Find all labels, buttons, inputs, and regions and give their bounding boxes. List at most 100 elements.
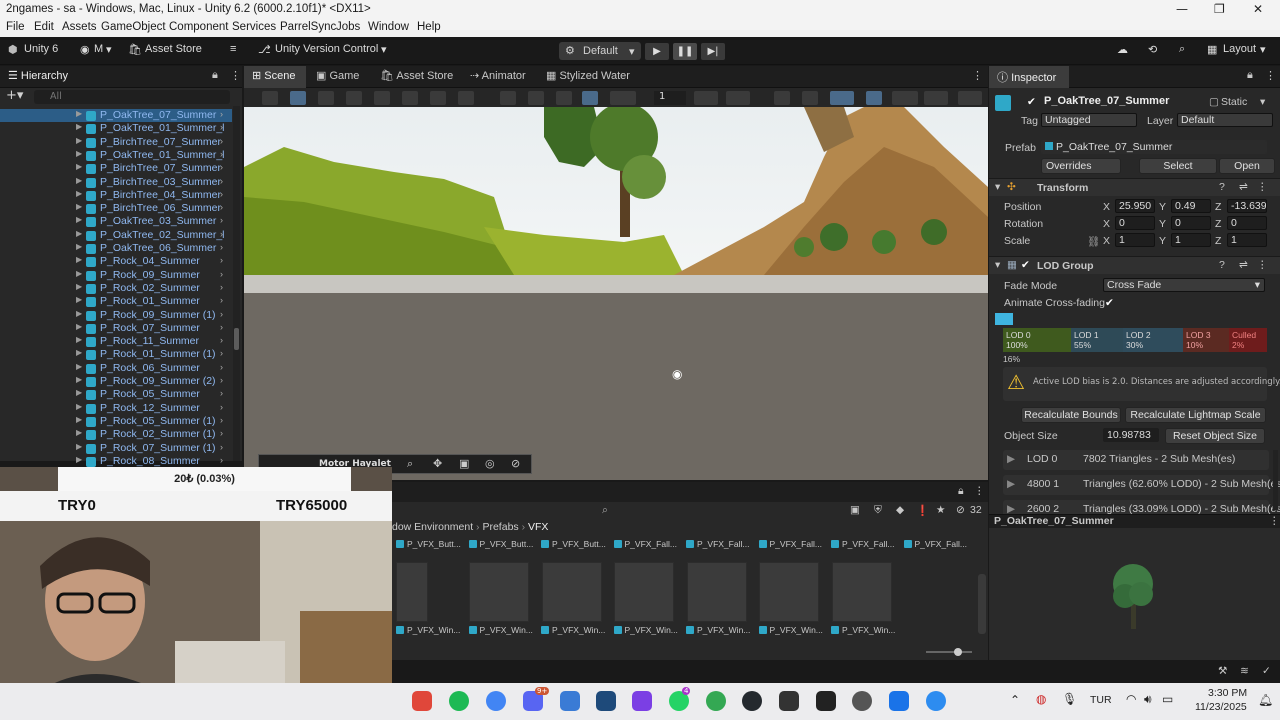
hierarchy-item[interactable]: ▶ P_Rock_09_Summer › bbox=[0, 269, 232, 282]
chevron-right-icon[interactable]: › bbox=[220, 269, 223, 279]
chevron-right-icon[interactable]: › bbox=[220, 442, 223, 452]
zoom-slider-handle[interactable] bbox=[954, 648, 962, 656]
asset-thumbnail[interactable] bbox=[614, 562, 674, 622]
recalculate-lightmap-button[interactable]: Recalculate Lightmap Scale bbox=[1125, 407, 1266, 423]
asset-thumbnail[interactable] bbox=[686, 562, 747, 622]
hierarchy-item[interactable]: ▶ P_OakTree_02_Summer_l › bbox=[0, 229, 232, 242]
more-icon[interactable]: ⋮ bbox=[230, 69, 241, 82]
global-icon[interactable] bbox=[500, 91, 516, 105]
effects-icon[interactable] bbox=[610, 91, 636, 105]
asset-label[interactable]: P_VFX_Win... bbox=[831, 625, 895, 635]
hierarchy-item[interactable]: ▶ P_OakTree_03_Summer › bbox=[0, 215, 232, 228]
asset-label[interactable]: P_VFX_Win... bbox=[613, 625, 678, 635]
defender-icon[interactable] bbox=[889, 691, 909, 711]
spotify-icon[interactable] bbox=[449, 691, 469, 711]
orientation-icon[interactable] bbox=[958, 91, 982, 105]
animate-crossfade-checkbox[interactable]: ✔ bbox=[1105, 297, 1114, 309]
version-control-button[interactable]: Unity Version Control bbox=[275, 43, 378, 55]
hierarchy-item[interactable]: ▶ P_Rock_12_Summer › bbox=[0, 402, 232, 415]
expand-arrow-icon[interactable]: ▶ bbox=[76, 255, 82, 264]
expand-arrow-icon[interactable]: ▶ bbox=[76, 309, 82, 318]
hierarchy-item[interactable]: ▶ P_Rock_09_Summer (1) › bbox=[0, 309, 232, 322]
axis-label-y[interactable]: Y bbox=[1159, 235, 1166, 247]
expand-arrow-icon[interactable]: ▶ bbox=[76, 322, 82, 331]
menu-services[interactable]: Services bbox=[232, 21, 276, 33]
tab-asset-store[interactable]: 🛍 Asset Store bbox=[380, 69, 453, 82]
active-checkbox[interactable]: ✔ bbox=[1027, 96, 1036, 108]
hierarchy-item[interactable]: ▶ P_OakTree_06_Summer › bbox=[0, 242, 232, 255]
static-checkbox[interactable]: ▢ bbox=[1209, 96, 1219, 108]
chevron-right-icon[interactable]: › bbox=[220, 362, 223, 372]
axis-label-x[interactable]: X bbox=[1103, 235, 1110, 247]
hierarchy-item[interactable]: ▶ P_OakTree_01_Summer_l › bbox=[0, 149, 232, 162]
scale-y-field[interactable]: 1 bbox=[1171, 233, 1211, 247]
asset-label[interactable]: P_VFX_Fall... bbox=[686, 539, 749, 549]
volume-icon[interactable]: 🔊︎ bbox=[1144, 692, 1152, 707]
hierarchy-item[interactable]: ▶ P_Rock_05_Summer › bbox=[0, 388, 232, 401]
object-size-field[interactable]: 10.98783 bbox=[1103, 428, 1159, 442]
expand-arrow-icon[interactable]: ▶ bbox=[76, 348, 82, 357]
expand-arrow-icon[interactable]: ▶ bbox=[76, 149, 82, 158]
unity-hub-icon[interactable] bbox=[779, 691, 799, 711]
scrollbar[interactable] bbox=[233, 106, 240, 461]
chevron-right-icon[interactable]: › bbox=[220, 242, 223, 252]
tray-app-icon[interactable]: ◍ bbox=[1036, 692, 1046, 706]
expand-arrow-icon[interactable]: ▶ bbox=[76, 242, 82, 251]
layout-preset-dropdown[interactable]: ⚙ Default ▾ bbox=[559, 42, 641, 60]
lod-level-segment[interactable]: Culled 2% bbox=[1229, 328, 1267, 352]
hierarchy-search-input[interactable]: All bbox=[34, 90, 230, 104]
hierarchy-item[interactable]: ▶ P_Rock_01_Summer (1) › bbox=[0, 348, 232, 361]
account-button[interactable]: M bbox=[94, 43, 103, 55]
select-button[interactable]: Select bbox=[1139, 158, 1217, 174]
hierarchy-item[interactable]: ▶ P_Rock_02_Summer › bbox=[0, 282, 232, 295]
chevron-right-icon[interactable]: › bbox=[220, 136, 223, 146]
wifi-icon[interactable]: ◠ bbox=[1126, 692, 1136, 706]
scale-tool-icon[interactable] bbox=[374, 91, 390, 105]
lod-level-segment[interactable]: LOD 2 30% bbox=[1123, 328, 1183, 352]
layer-dropdown[interactable]: Default bbox=[1177, 113, 1273, 127]
menu-assets[interactable]: Assets bbox=[62, 21, 97, 33]
snap-icon[interactable] bbox=[726, 91, 750, 105]
asset-thumbnail[interactable] bbox=[396, 562, 428, 622]
menu-window[interactable]: Window bbox=[368, 21, 409, 33]
link-icon[interactable]: ⛓ bbox=[1087, 235, 1100, 248]
more-icon[interactable]: ⋮ bbox=[974, 485, 985, 497]
asset-label[interactable]: P_VFX_Fall... bbox=[613, 539, 677, 549]
asset-label[interactable]: P_VFX_Fall... bbox=[758, 539, 822, 549]
tab-animator[interactable]: ⇢ Animator bbox=[470, 69, 526, 82]
expand-arrow-icon[interactable]: ▶ bbox=[76, 122, 82, 131]
shaded-icon[interactable] bbox=[556, 91, 572, 105]
rot-z-field[interactable]: 0 bbox=[1227, 216, 1267, 230]
lod-level-segment[interactable]: LOD 3 10% bbox=[1183, 328, 1229, 352]
hierarchy-tab[interactable]: ☰ Hierarchy bbox=[8, 69, 68, 82]
move-tool-icon[interactable] bbox=[318, 91, 334, 105]
github-icon[interactable] bbox=[742, 691, 762, 711]
axis-label-y[interactable]: Y bbox=[1159, 201, 1166, 213]
chevron-right-icon[interactable]: › bbox=[220, 455, 223, 465]
menu-help[interactable]: Help bbox=[417, 21, 441, 33]
compass-icon[interactable]: ⊘ bbox=[511, 457, 520, 470]
pos-x-field[interactable]: 25.950 bbox=[1115, 199, 1155, 213]
hierarchy-item[interactable]: ▶ P_Rock_04_Summer › bbox=[0, 255, 232, 268]
expand-arrow-icon[interactable]: ▶ bbox=[76, 442, 82, 451]
visibility-icon[interactable] bbox=[866, 91, 882, 105]
rect-tool-icon[interactable] bbox=[402, 91, 418, 105]
expand-arrow-icon[interactable]: ▶ bbox=[76, 295, 82, 304]
chevron-right-icon[interactable]: › bbox=[220, 176, 223, 186]
menu-file[interactable]: File bbox=[6, 21, 25, 33]
chevron-right-icon[interactable]: › bbox=[220, 122, 223, 132]
asset-label[interactable]: P_VFX_Butt... bbox=[468, 539, 533, 549]
chevron-up-icon[interactable]: ⌃ bbox=[1010, 693, 1020, 707]
breadcrumb-item[interactable]: Prefabs bbox=[482, 521, 518, 533]
expand-arrow-icon[interactable]: ▶ bbox=[76, 215, 82, 224]
expand-arrow-icon[interactable]: ▶ bbox=[76, 162, 82, 171]
lod-row[interactable]: ▶ 4800 1 Triangles (62.60% LOD0) - 2 Sub M… bbox=[1003, 475, 1280, 495]
lod-row[interactable]: ▶ LOD 0 7802 Triangles - 2 Sub Mesh(es) bbox=[1003, 450, 1269, 470]
hierarchy-item[interactable]: ▶ P_Rock_05_Summer (1) › bbox=[0, 415, 232, 428]
close-icon[interactable]: ✕ bbox=[1253, 2, 1263, 16]
expand-arrow-icon[interactable]: ▶ bbox=[76, 282, 82, 291]
expand-arrow-icon[interactable]: ▶ bbox=[76, 136, 82, 145]
chevron-right-icon[interactable]: › bbox=[220, 428, 223, 438]
maximize-icon[interactable]: ❐ bbox=[1214, 2, 1225, 16]
axis-label-z[interactable]: Z bbox=[1215, 201, 1221, 213]
